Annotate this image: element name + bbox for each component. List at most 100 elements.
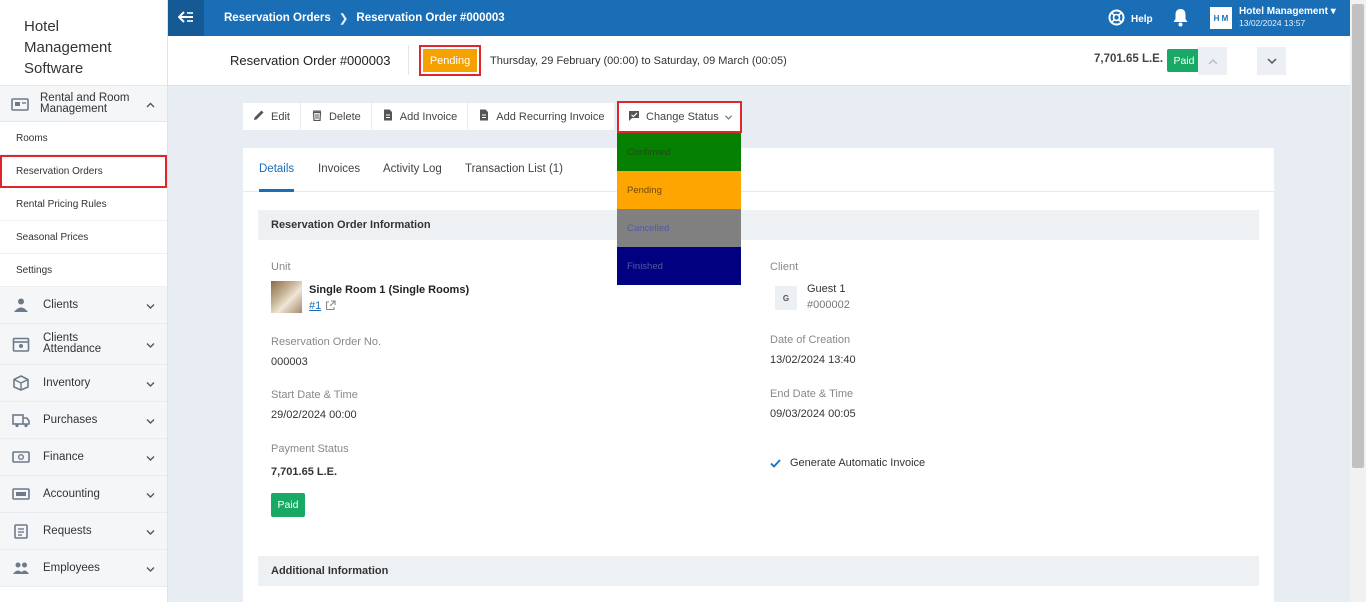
inventory-icon [11,374,31,392]
breadcrumb-item-reservation-orders[interactable]: Reservation Orders [224,12,331,24]
status-option-confirmed[interactable]: Confirmed [617,133,741,171]
payment-status-label: Payment Status [271,443,349,455]
tab-bar: Details Invoices Activity Log Transactio… [243,148,1274,192]
sidebar-item-accounting[interactable]: Accounting [0,476,167,513]
creation-date-label: Date of Creation [770,334,851,346]
bell-icon[interactable] [1172,8,1189,30]
brand-line-3: Software [24,60,84,77]
status-option-finished[interactable]: Finished [617,247,741,285]
client-code: #000002 [807,299,850,311]
client-name[interactable]: Guest 1 [807,283,846,295]
edit-button[interactable]: Edit [243,103,301,130]
tab-details[interactable]: Details [259,163,294,175]
date-range: Thursday, 29 February (00:00) to Saturda… [490,55,787,67]
previous-button[interactable] [1198,47,1227,75]
chevron-down-icon [146,561,155,575]
chevron-down-icon [146,376,155,390]
client-label: Client [770,261,799,273]
start-date-value: 29/02/2024 00:00 [271,409,357,421]
status-badge: Pending [423,49,477,72]
unit-name: Single Room 1 (Single Rooms) [309,284,470,296]
sidebar-section-label: Rental and Room Management [40,91,130,115]
lifebuoy-icon [1108,9,1125,29]
auto-invoice-label: Generate Automatic Invoice [790,457,926,469]
status-option-pending[interactable]: Pending [617,171,741,209]
avatar[interactable]: H M [1210,7,1232,29]
sidebar-item-finance[interactable]: Finance [0,439,167,476]
next-button[interactable] [1257,47,1286,75]
order-no-value: 000003 [271,356,308,368]
chevron-down-icon [146,298,155,312]
pencil-icon [253,109,265,124]
order-total: 7,701.65 L.E. [1094,53,1164,65]
scrollbar-thumb[interactable] [1352,4,1364,468]
breadcrumb-item-current: Reservation Order #000003 [356,12,505,24]
user-menu[interactable]: Hotel Management ▾ [1239,6,1336,17]
sidebar-item-inventory[interactable]: Inventory [0,365,167,402]
unit-link[interactable]: #1 [309,300,321,312]
breadcrumb: Reservation Orders ❯ Reservation Order #… [224,11,505,25]
start-date-label: Start Date & Time [271,389,358,401]
end-date-value: 09/03/2024 00:05 [770,408,856,420]
user-name: Hotel Management [1239,6,1328,17]
details-card: Details Invoices Activity Log Transactio… [243,148,1274,602]
sidebar-item-rental-pricing-rules[interactable]: Rental Pricing Rules [0,188,167,221]
accounting-icon [11,485,31,503]
chevron-down-icon [146,413,155,427]
order-header: Reservation Order #000003 Pending Thursd… [168,36,1350,86]
sidebar-item-label: Clients Attendance [43,332,102,355]
room-thumbnail [271,281,302,313]
rental-room-icon [10,95,30,113]
arrow-left-icon [177,10,194,26]
sidebar-item-purchases[interactable]: Purchases [0,402,167,439]
delete-button[interactable]: Delete [301,103,372,130]
sidebar-section-rental[interactable]: Rental and Room Management [0,86,167,122]
sidebar-item-label: Requests [43,524,92,537]
status-option-cancelled[interactable]: Cancelled [617,209,741,247]
sidebar-item-employees[interactable]: Employees [0,550,167,587]
help-label: Help [1131,13,1153,25]
payment-status-badge: Paid [1167,49,1201,72]
page-title: Reservation Order #000003 [230,53,391,68]
trash-icon [311,109,323,124]
add-invoice-button[interactable]: Add Invoice [372,103,469,130]
add-invoice-label: Add Invoice [399,110,458,123]
sidebar-item-seasonal-prices[interactable]: Seasonal Prices [0,221,167,254]
add-recurring-invoice-button[interactable]: Add Recurring Invoice [468,103,614,130]
tab-activity-log[interactable]: Activity Log [383,163,442,175]
action-toolbar: Edit Delete Add Invoice Add Recurring In… [243,103,615,130]
collapse-sidebar-button[interactable] [168,0,204,36]
sidebar-item-reservation-orders[interactable]: Reservation Orders [0,155,167,188]
section-reservation-info: Reservation Order Information [258,210,1259,240]
payment-amount: 7,701.65 L.E. [271,466,338,478]
chevron-right-icon: ❯ [338,13,349,25]
scrollbar[interactable] [1350,0,1366,602]
sidebar-item-settings[interactable]: Settings [0,254,167,287]
brand-line-1: Hotel [24,18,60,35]
sidebar-item-label: Finance [43,450,84,463]
attendance-icon [11,335,31,353]
chevron-down-icon [146,450,155,464]
active-tab-indicator [259,189,294,192]
change-status-button[interactable]: Change Status [617,101,742,133]
sidebar-item-clients[interactable]: Clients [0,287,167,324]
creation-date-value: 13/02/2024 13:40 [770,354,856,366]
chevron-down-icon [146,524,155,538]
sidebar-item-clients-attendance[interactable]: Clients Attendance [0,324,167,365]
sidebar-item-label: Clients [43,298,79,311]
brand-line-2: Management [24,39,112,56]
document-icon [382,109,394,124]
help-button[interactable]: Help [1108,9,1153,29]
user-date: 13/02/2024 13:57 [1239,18,1306,28]
unit-label: Unit [271,261,291,273]
tab-transaction-list[interactable]: Transaction List (1) [465,163,563,175]
external-link-icon[interactable] [325,300,336,314]
divider [408,45,409,75]
order-no-label: Reservation Order No. [271,336,382,348]
sidebar-item-rooms[interactable]: Rooms [0,122,167,155]
status-highlight: Pending [419,45,481,76]
chevron-down-icon [724,111,732,123]
sidebar-item-requests[interactable]: Requests [0,513,167,550]
client-avatar: G [775,286,797,310]
tab-invoices[interactable]: Invoices [318,163,360,175]
